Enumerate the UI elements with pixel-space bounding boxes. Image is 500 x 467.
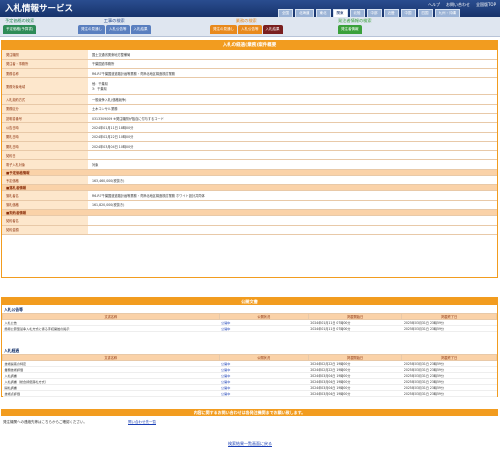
field-label: 発注機関 <box>2 50 88 60</box>
field-label: 落札価格 <box>2 200 88 211</box>
nav-tab[interactable]: 予定価格(予算書) <box>3 25 37 34</box>
field-value: 163,460,000(税抜き) <box>88 175 497 186</box>
site-header: 入札情報サービス ヘルプ お問い合わせ 全国版TOP 全国 北海道 東北 関東 北陸 中部… <box>0 0 500 18</box>
nav-tab[interactable]: 入札結果 <box>262 25 283 34</box>
nav-tab[interactable]: 発注の見通し <box>78 25 105 34</box>
field-label: 契約金額 <box>2 225 88 235</box>
field-value: 0313309009 ※発注機関が独自に付与するコード <box>88 113 497 124</box>
document-row: 技術点評価 公開中 2024年03月04日 19時00分 2025年03月31日 23… <box>2 390 497 397</box>
field-value: R6-R7千葉国道道路計画等業務・湾岸北地区構造検討業務 ホワイト設計共同体 <box>88 190 497 201</box>
document-date: 2025年03月31日 23時59分 <box>401 390 497 397</box>
site-title: 入札情報サービス <box>5 4 74 14</box>
document-date: 2025年03月31日 23時59分 <box>401 325 497 332</box>
field-label: 契約日 <box>2 150 88 161</box>
inquiry-row: 発注機関への連絡先等はこちらからご確認ください。 問い合わせ先一覧 <box>1 418 498 427</box>
documents-subheading: 入札公告等 <box>4 307 23 312</box>
document-date: 2024年03月04日 19時00分 <box>308 390 402 397</box>
nav-tab[interactable]: 発注の見通し <box>210 25 237 34</box>
document-date: 2024年01月11日 07時00分 <box>308 325 402 332</box>
top-links: ヘルプ お問い合わせ 全国版TOP <box>428 2 496 8</box>
field-value: 千葉国道事務所 <box>88 59 497 70</box>
field-value: 他：千葉県 3：千葉県 <box>88 77 497 96</box>
documents-panel: 公開文書 入札公告等 文書名称 公開状況 掲載開始日 掲載終了日 入札公告 公開中 2024年… <box>1 297 498 397</box>
field-label: 契約者名 <box>2 215 88 226</box>
nav-tab[interactable]: 入札公告等 <box>238 25 262 34</box>
field-label: 開札日時 <box>2 132 88 142</box>
inquiry-banner: 内容に関するお問い合わせは各発注機関までお願い致します。 <box>1 409 498 416</box>
field-value: 2024年02月22日 10時00分 <box>88 132 497 142</box>
field-label: 電子入札対象 <box>2 159 88 170</box>
field-label: 開札日時 <box>2 141 88 152</box>
field-value: 土木コンサル業務 <box>88 104 497 115</box>
nav-group: 予定価格の検索予定価格(予算書) <box>3 18 37 34</box>
documents-table: 文書名称 公開状況 掲載開始日 掲載終了日 入札公告 公開中 2024年01月11日 07時… <box>2 313 497 332</box>
documents-heading: 公開文書 <box>2 298 497 305</box>
field-value: R6-R7千葉国道道路計画等業務・湾岸北地区構造検討業務 <box>88 68 497 79</box>
nav-group: 発注者情報の検索発注者情報 <box>338 18 372 34</box>
nav-group-title: 発注者情報の検索 <box>338 18 372 23</box>
inquiry-text: 発注機関への連絡先等はこちらからご確認ください。 <box>3 420 87 424</box>
field-value: 161,820,000(税抜き) <box>88 200 497 211</box>
nav-tab[interactable]: 入札結果 <box>130 25 151 34</box>
national-top-link[interactable]: 全国版TOP <box>476 2 496 8</box>
document-name: 技術点評価 <box>2 390 220 397</box>
field-label: 業務名称 <box>2 68 88 79</box>
field-value <box>88 225 497 235</box>
case-summary-panel: 入札の経過(業務)案件概要 発注機関 国土交通省関東地方整備局 発注者・事務所 千葉国… <box>1 40 498 278</box>
back-to-results-link[interactable]: 検索結果一覧画面に戻る <box>0 441 500 447</box>
field-value: 国土交通省関東地方整備局 <box>88 50 497 60</box>
field-label: 説明書番号 <box>2 113 88 124</box>
document-name: 簡易公募型競争入札方式に係る手続開始の掲示 <box>2 325 220 332</box>
field-value: 一般競争入札(価格競争) <box>88 94 497 105</box>
contact-link[interactable]: お問い合わせ <box>446 2 470 8</box>
field-value <box>88 150 497 161</box>
inquiry-list-link[interactable]: 問い合わせ先一覧 <box>128 420 156 425</box>
nav-tab[interactable]: 入札公告等 <box>106 25 130 34</box>
documents-table: 文書名称 公開状況 掲載開始日 掲載終了日 技術提案の特定 公開中 2024年02月22日 … <box>2 354 497 397</box>
nav-group-title: 予定価格の検索 <box>4 18 35 23</box>
case-summary-heading: 入札の経過(業務)案件概要 <box>2 41 497 50</box>
documents-subheading: 入札経過 <box>4 348 20 353</box>
field-label: 予定価格 <box>2 175 88 186</box>
field-label: 入札契約方式 <box>2 94 88 105</box>
case-summary-table: 発注機関 国土交通省関東地方整備局 発注者・事務所 千葉国道事務所 業務名称 R6-R7千… <box>2 50 497 235</box>
field-value: 2024年03月04日 10時00分 <box>88 141 497 152</box>
field-value <box>88 215 497 226</box>
field-label: 落札者名 <box>2 190 88 201</box>
nav-group: 工事の検索発注の見通し 入札公告等 入札結果 <box>78 18 151 34</box>
document-status-link[interactable]: 公開中 <box>219 390 309 397</box>
help-link[interactable]: ヘルプ <box>428 2 440 8</box>
field-label: 公告日時 <box>2 122 88 133</box>
search-nav: 予定価格の検索 予定価格(予算書) 工事の検索 発注の見通し 入札公告等 入札結果 業務の検… <box>0 17 500 37</box>
field-label: 業務区分 <box>2 104 88 115</box>
field-label: 業務対象地域 <box>2 77 88 96</box>
nav-group-title: 業務の検索 <box>235 18 257 23</box>
document-row: 簡易公募型競争入札方式に係る手続開始の掲示 公開中 2024年01月11日 07時0… <box>2 325 497 332</box>
nav-group: 業務の検索発注の見通し 入札公告等 入札結果 <box>210 18 283 34</box>
document-status-link[interactable]: 公開中 <box>219 325 309 332</box>
field-label: 発注者・事務所 <box>2 59 88 70</box>
nav-group-title: 工事の検索 <box>103 18 125 23</box>
nav-tab[interactable]: 発注者情報 <box>338 25 362 34</box>
field-value: 対象 <box>88 159 497 170</box>
field-value: 2024年01月11日 18時00分 <box>88 122 497 133</box>
